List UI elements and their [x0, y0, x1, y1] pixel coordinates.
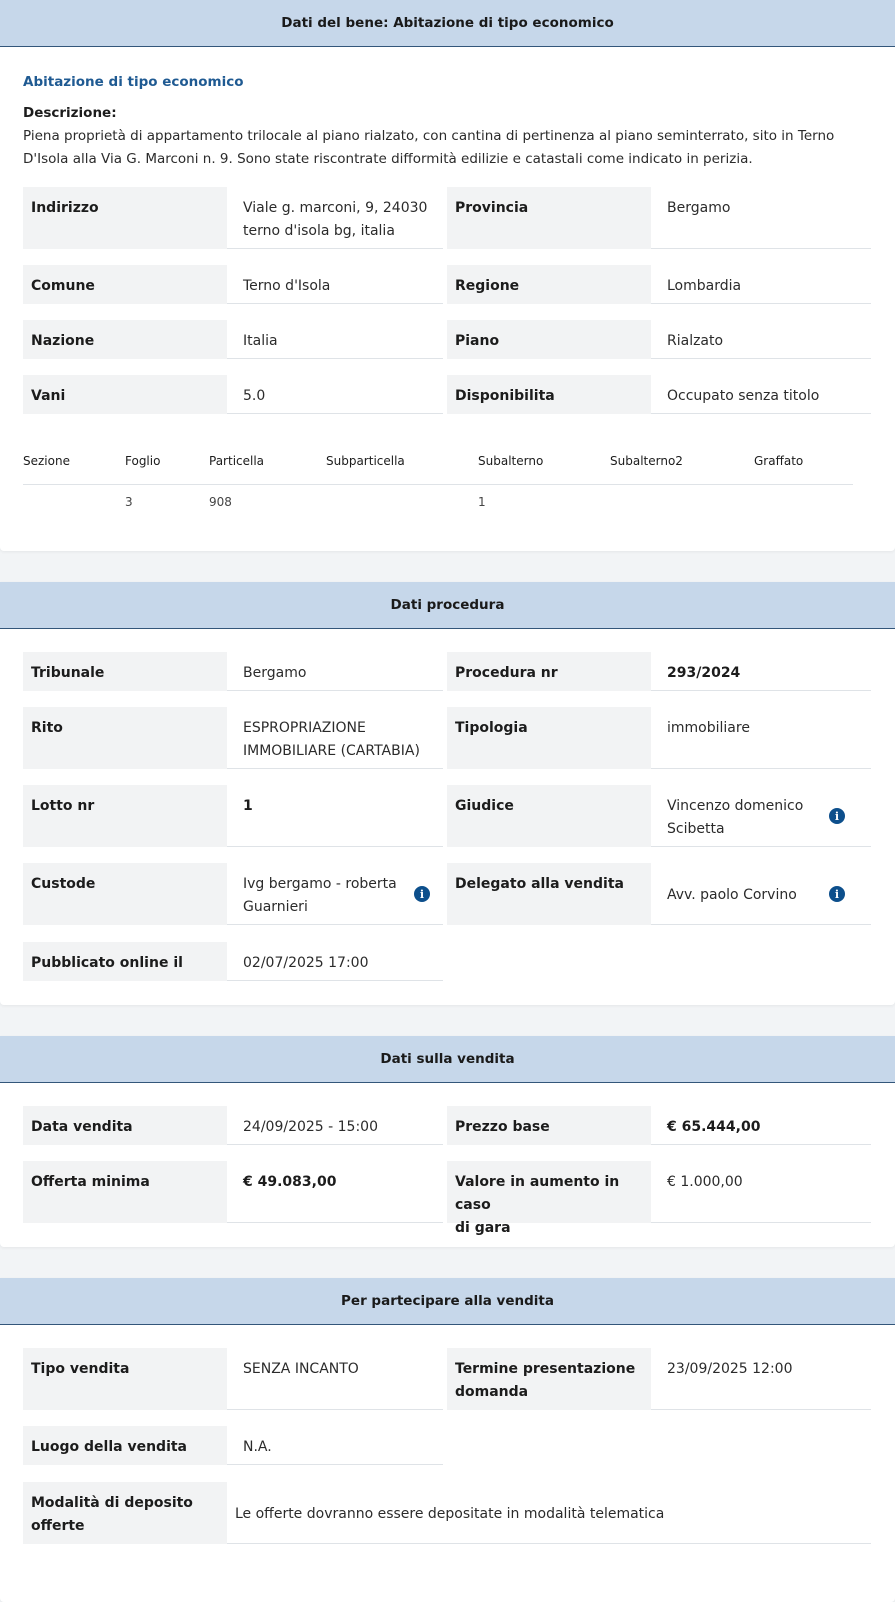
catasto-header-sezione: Sezione	[23, 454, 70, 468]
data-vendita-value: 24/09/2025 - 15:00	[227, 1106, 443, 1145]
card-dati-procedura: Dati procedura Tribunale Bergamo Procedu…	[0, 582, 895, 1005]
description-text: Piena proprietà di appartamento trilocal…	[23, 128, 835, 167]
prezzo-base-value: € 65.444,00	[651, 1106, 871, 1145]
catasto-divider	[23, 484, 853, 485]
disponibilita-label: Disponibilita	[447, 375, 651, 414]
rito-value: ESPROPRIAZIONE IMMOBILIARE (CARTABIA)	[227, 707, 443, 769]
giudice-label: Giudice	[447, 785, 651, 847]
catasto-value-subalterno: 1	[478, 495, 486, 509]
row-tribunale: Tribunale Bergamo Procedura nr 293/2024	[23, 652, 871, 691]
tipologia-value: immobiliare	[651, 707, 871, 769]
tipo-vendita-value: SENZA INCANTO	[227, 1348, 443, 1410]
regione-label: Regione	[447, 265, 651, 304]
provincia-label: Provincia	[447, 187, 651, 249]
row-rito: Rito ESPROPRIAZIONE IMMOBILIARE (CARTABIA…	[23, 707, 871, 769]
termine-presentazione-label: Termine presentazione domanda	[447, 1348, 651, 1410]
card-dati-vendita: Dati sulla vendita Data vendita 24/09/20…	[0, 1036, 895, 1247]
nazione-label: Nazione	[23, 320, 227, 359]
nazione-value: Italia	[227, 320, 443, 359]
indirizzo-label: Indirizzo	[23, 187, 227, 249]
row-modalita-deposito: Modalità di deposito offerte Le offerte d…	[23, 1482, 871, 1544]
comune-value: Terno d'Isola	[227, 265, 443, 304]
catasto-value-particella: 908	[209, 495, 232, 509]
row-nazione: Nazione Italia Piano Rialzato	[23, 320, 871, 359]
catasto-header-subalterno2: Subalterno2	[610, 454, 683, 468]
valore-aumento-value: € 1.000,00	[651, 1161, 871, 1223]
delegato-label: Delegato alla vendita	[447, 863, 651, 925]
luogo-vendita-label: Luogo della vendita	[23, 1426, 227, 1465]
card-dati-bene: Dati del bene: Abitazione di tipo econom…	[0, 0, 895, 551]
piano-label: Piano	[447, 320, 651, 359]
custode-info-icon[interactable]: i	[414, 886, 430, 902]
catasto-value-foglio: 3	[125, 495, 133, 509]
card-partecipare: Per partecipare alla vendita Tipo vendit…	[0, 1278, 895, 1602]
row-comune: Comune Terno d'Isola Regione Lombardia	[23, 265, 871, 304]
row-lotto: Lotto nr 1 Giudice Vincenzo domenico Scib…	[23, 785, 871, 847]
row-custode: Custode Ivg bergamo - roberta Guarnieri i…	[23, 863, 871, 925]
prezzo-base-label: Prezzo base	[447, 1106, 651, 1145]
piano-value: Rialzato	[651, 320, 871, 359]
row-vani: Vani 5.0 Disponibilita Occupato senza ti…	[23, 375, 871, 414]
luogo-vendita-value: N.A.	[227, 1426, 443, 1465]
modalita-deposito-value: Le offerte dovranno essere depositate in…	[227, 1482, 871, 1544]
card-header-dati-procedura: Dati procedura	[0, 582, 895, 629]
description-label: Descrizione:	[23, 105, 117, 121]
procedura-nr-value: 293/2024	[651, 652, 871, 691]
comune-label: Comune	[23, 265, 227, 304]
indirizzo-value: Viale g. marconi, 9, 24030 terno d'isola …	[227, 187, 443, 249]
custode-label: Custode	[23, 863, 227, 925]
disponibilita-value: Occupato senza titolo	[651, 375, 871, 414]
row-pubblicato: Pubblicato online il 02/07/2025 17:00	[23, 942, 871, 981]
tipo-vendita-label: Tipo vendita	[23, 1348, 227, 1410]
catasto-header-subalterno: Subalterno	[478, 454, 544, 468]
delegato-info-icon[interactable]: i	[829, 886, 845, 902]
tribunale-value: Bergamo	[227, 652, 443, 691]
lotto-value: 1	[227, 785, 443, 847]
catasto-header-graffato: Graffato	[754, 454, 804, 468]
vani-value: 5.0	[227, 375, 443, 414]
procedura-nr-label: Procedura nr	[447, 652, 651, 691]
giudice-info-icon[interactable]: i	[829, 808, 845, 824]
lotto-label: Lotto nr	[23, 785, 227, 847]
card-header-dati-bene: Dati del bene: Abitazione di tipo econom…	[0, 0, 895, 47]
catasto-header-particella: Particella	[209, 454, 265, 468]
card-header-partecipare: Per partecipare alla vendita	[0, 1278, 895, 1325]
offerta-minima-value: € 49.083,00	[227, 1161, 443, 1223]
row-luogo-vendita: Luogo della vendita N.A.	[23, 1426, 871, 1465]
tribunale-label: Tribunale	[23, 652, 227, 691]
valore-aumento-label: Valore in aumento in caso di gara	[447, 1161, 651, 1236]
card-header-dati-vendita: Dati sulla vendita	[0, 1036, 895, 1083]
custode-value: Ivg bergamo - roberta Guarnieri	[227, 863, 443, 925]
row-data-vendita: Data vendita 24/09/2025 - 15:00 Prezzo b…	[23, 1106, 871, 1145]
catasto-header-foglio: Foglio	[125, 454, 161, 468]
catasto-header-subparticella: Subparticella	[326, 454, 405, 468]
offerta-minima-label: Offerta minima	[23, 1161, 227, 1223]
termine-presentazione-value: 23/09/2025 12:00	[651, 1348, 871, 1410]
pubblicato-value: 02/07/2025 17:00	[227, 942, 443, 981]
provincia-value: Bergamo	[651, 187, 871, 249]
regione-value: Lombardia	[651, 265, 871, 304]
rito-label: Rito	[23, 707, 227, 769]
row-offerta-minima: Offerta minima € 49.083,00 Valore in aum…	[23, 1161, 871, 1236]
vani-label: Vani	[23, 375, 227, 414]
bene-subtitle: Abitazione di tipo economico	[23, 74, 244, 90]
row-tipo-vendita: Tipo vendita SENZA INCANTO Termine prese…	[23, 1348, 871, 1410]
row-indirizzo: Indirizzo Viale g. marconi, 9, 24030 tern…	[23, 187, 871, 249]
tipologia-label: Tipologia	[447, 707, 651, 769]
pubblicato-label: Pubblicato online il	[23, 942, 227, 981]
modalita-deposito-label: Modalità di deposito offerte	[23, 1482, 227, 1544]
data-vendita-label: Data vendita	[23, 1106, 227, 1145]
